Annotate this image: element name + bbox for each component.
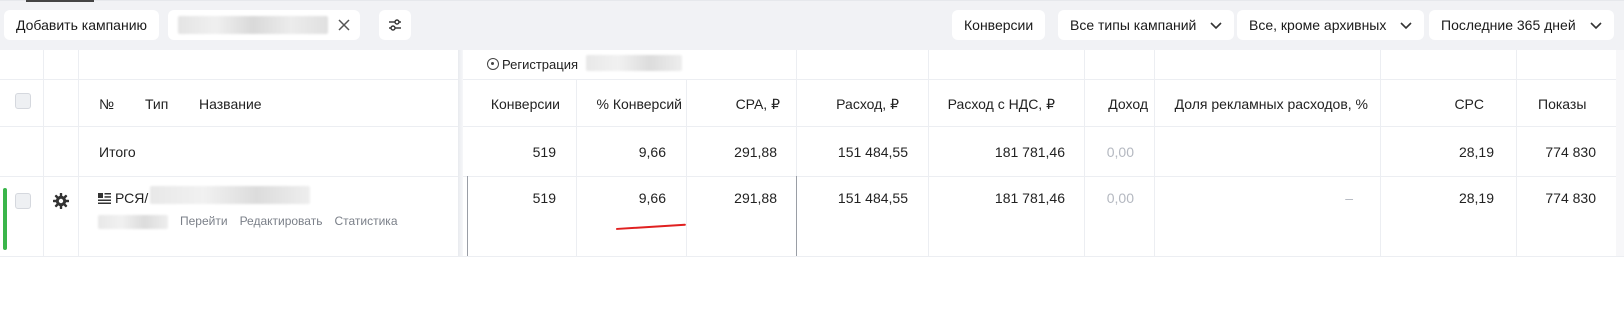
- chevron-down-icon: [1210, 22, 1222, 30]
- row-checkbox[interactable]: [15, 193, 31, 209]
- filter-settings-button[interactable]: [379, 10, 411, 40]
- total-cpa: 291,88: [734, 144, 777, 160]
- campaign-id-redacted: [98, 215, 168, 229]
- search-input[interactable]: [168, 10, 360, 40]
- conversions-button[interactable]: Конверсии: [952, 10, 1046, 40]
- horizontal-scroll-edge[interactable]: [1616, 50, 1624, 256]
- row-impressions: 774 830: [1545, 190, 1596, 206]
- gear-icon[interactable]: [52, 192, 70, 210]
- col-divider: [928, 50, 929, 256]
- edit-link[interactable]: Редактировать: [240, 214, 323, 228]
- total-cpc: 28,19: [1458, 144, 1494, 160]
- col-impressions-header[interactable]: Показы: [1538, 96, 1586, 112]
- row-spend-vat: 181 781,46: [994, 190, 1065, 206]
- row-cpa: 291,88: [734, 190, 777, 206]
- status-filter-label: Все, кроме архивных: [1249, 17, 1387, 33]
- total-spend: 151 484,55: [837, 144, 908, 160]
- col-ad-share-header[interactable]: Доля рекламных расходов, %: [1156, 96, 1368, 112]
- col-cpa-header[interactable]: CPA, ₽: [690, 96, 780, 113]
- col-divider: [78, 50, 79, 256]
- col-spend-vat-header[interactable]: Расход с НДС, ₽: [930, 96, 1055, 113]
- target-icon: [487, 58, 499, 70]
- total-label: Итого: [99, 144, 136, 160]
- status-filter-dropdown[interactable]: Все, кроме архивных: [1237, 10, 1425, 40]
- active-status-indicator: [3, 188, 7, 250]
- col-cpc-header[interactable]: CPC: [1384, 96, 1484, 112]
- total-conversions: 519: [532, 144, 556, 160]
- top-border: [0, 0, 1624, 1]
- total-spend-vat: 181 781,46: [994, 144, 1065, 160]
- col-num-header[interactable]: №: [99, 96, 114, 112]
- row-ad-share: –: [1345, 190, 1353, 206]
- close-icon[interactable]: [336, 17, 352, 33]
- frozen-columns-separator: [458, 50, 463, 256]
- period-label: Последние 365 дней: [1441, 17, 1576, 33]
- campaign-types-dropdown[interactable]: Все типы кампаний: [1058, 10, 1235, 40]
- col-income-header[interactable]: Доход: [1086, 96, 1148, 112]
- row-conv-pct: 9,66: [638, 190, 666, 206]
- campaign-name-redacted: [150, 186, 310, 204]
- goal-id-redacted: [586, 55, 682, 71]
- col-divider: [576, 79, 577, 256]
- row-right-edge: [796, 176, 797, 256]
- select-all-checkbox[interactable]: [15, 93, 31, 109]
- add-campaign-button[interactable]: Добавить кампанию: [4, 10, 160, 40]
- toolbar: Добавить кампанию Конверсии Все типы кам…: [0, 0, 1624, 50]
- row-spend: 151 484,55: [837, 190, 908, 206]
- goto-link[interactable]: Перейти: [180, 214, 228, 228]
- row-income: 0,00: [1106, 190, 1134, 206]
- col-divider: [1380, 50, 1381, 256]
- row-cpc: 28,19: [1458, 190, 1494, 206]
- col-divider: [686, 79, 687, 256]
- total-income: 0,00: [1106, 144, 1134, 160]
- network-campaign-icon: [98, 193, 111, 204]
- col-divider: [1084, 50, 1085, 256]
- chevron-down-icon: [1589, 22, 1602, 30]
- goal-header[interactable]: Регистрация: [487, 57, 578, 72]
- col-type-header[interactable]: Тип: [145, 96, 168, 112]
- total-conv-pct: 9,66: [638, 144, 666, 160]
- chevron-down-icon: [1400, 22, 1412, 30]
- campaign-types-label: Все типы кампаний: [1070, 17, 1197, 33]
- col-divider: [1154, 50, 1155, 256]
- stats-link[interactable]: Статистика: [334, 214, 397, 228]
- row-left-edge: [467, 176, 468, 256]
- col-divider: [43, 50, 44, 256]
- col-name-header[interactable]: Название: [199, 96, 262, 112]
- period-dropdown[interactable]: Последние 365 дней: [1429, 10, 1614, 40]
- row-links: Перейти Редактировать Статистика: [180, 212, 410, 228]
- row-conversions: 519: [532, 190, 556, 206]
- col-divider: [1516, 50, 1517, 256]
- col-conv-pct-header[interactable]: % Конверсий: [580, 96, 682, 112]
- col-conversions-header[interactable]: Конверсии: [470, 96, 560, 112]
- active-tab-indicator: [26, 0, 94, 2]
- row-divider: [0, 256, 1624, 257]
- red-underline-annotation: [615, 223, 686, 230]
- campaign-name[interactable]: РСЯ/: [115, 190, 148, 206]
- total-impressions: 774 830: [1545, 144, 1596, 160]
- goal-label: Регистрация: [502, 57, 578, 72]
- col-spend-header[interactable]: Расход, ₽: [800, 96, 899, 113]
- search-value-redacted: [178, 16, 328, 34]
- sliders-icon: [389, 19, 401, 31]
